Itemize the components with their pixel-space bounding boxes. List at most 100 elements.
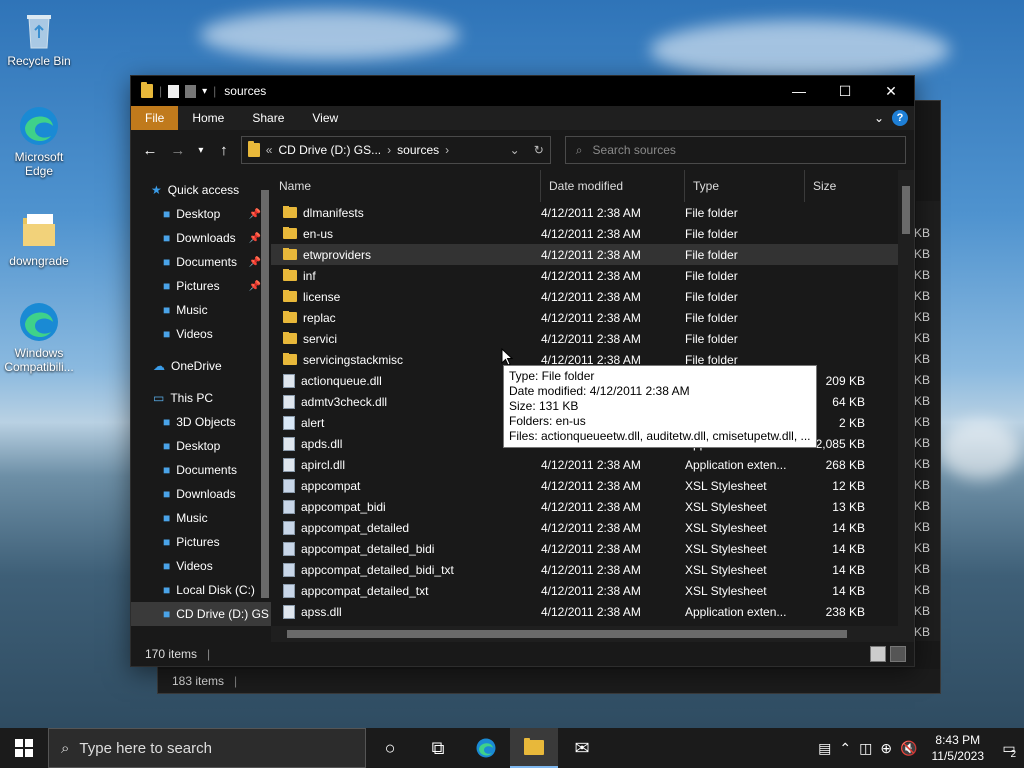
taskbar-mail[interactable]: ✉ bbox=[558, 728, 606, 768]
tab-home[interactable]: Home bbox=[178, 106, 238, 130]
search-input[interactable] bbox=[590, 142, 875, 158]
help-icon[interactable]: ? bbox=[892, 110, 908, 126]
tab-file[interactable]: File bbox=[131, 106, 179, 130]
horizontal-scroll-thumb[interactable] bbox=[287, 630, 847, 638]
navigation-pane[interactable]: ★ Quick access ■ Desktop 📌 ■ Downloads 📌 ■ Docu… bbox=[131, 170, 271, 642]
breadcrumb-separator[interactable]: › bbox=[387, 143, 391, 157]
nav-pc-item[interactable]: ■ Downloads bbox=[131, 482, 271, 506]
nav-qa-item[interactable]: ■ Desktop 📌 bbox=[131, 202, 271, 226]
file-row[interactable]: apircl.dll 4/12/2011 2:38 AM Application e… bbox=[271, 454, 914, 475]
forward-button[interactable]: → bbox=[167, 142, 189, 159]
new-folder-icon[interactable] bbox=[185, 84, 197, 98]
file-row[interactable]: appcompat 4/12/2011 2:38 AM XSL Stylesheet… bbox=[271, 475, 914, 496]
taskbar-search-box[interactable]: ⌕ Type here to search bbox=[48, 728, 366, 768]
nav-scroll-thumb[interactable] bbox=[261, 190, 269, 598]
maximize-button[interactable]: ☐ bbox=[822, 76, 868, 106]
file-row[interactable]: appcompat_bidi 4/12/2011 2:38 AM XSL Style… bbox=[271, 496, 914, 517]
nav-qa-item[interactable]: ■ Music bbox=[131, 298, 271, 322]
up-button[interactable]: ↑ bbox=[213, 142, 235, 159]
close-button[interactable]: ✕ bbox=[868, 76, 914, 106]
network-icon[interactable]: ⊕ bbox=[876, 740, 896, 757]
address-overflow[interactable]: « bbox=[266, 143, 273, 157]
meet-now-icon[interactable]: ◫ bbox=[855, 740, 876, 757]
vertical-scroll-thumb[interactable] bbox=[902, 186, 910, 234]
refresh-icon[interactable]: ↻ bbox=[534, 143, 544, 157]
nav-qa-item[interactable]: ■ Pictures 📌 bbox=[131, 274, 271, 298]
address-dropdown-icon[interactable]: ⌄ bbox=[510, 143, 520, 157]
nav-pc-item[interactable]: ■ Documents bbox=[131, 458, 271, 482]
details-view-button[interactable] bbox=[870, 646, 886, 662]
nav-onedrive[interactable]: ☁ OneDrive bbox=[131, 354, 271, 378]
desktop-icon-windows-compatibility[interactable]: Windows Compatibili... bbox=[4, 300, 74, 374]
column-date-modified[interactable]: Date modified bbox=[541, 170, 685, 202]
properties-icon[interactable] bbox=[168, 84, 180, 98]
nav-pc-item[interactable]: ■ CD Drive (D:) GS bbox=[131, 602, 271, 626]
nav-pc-item[interactable]: ■ Local Disk (C:) bbox=[131, 578, 271, 602]
file-row[interactable]: appcompat_detailed_txt 4/12/2011 2:38 AM X… bbox=[271, 580, 914, 601]
explorer-window[interactable]: | ▾ | sources — ☐ ✕ File Home Share View… bbox=[130, 75, 915, 667]
nav-qa-item[interactable]: ■ Videos bbox=[131, 322, 271, 346]
news-icon[interactable]: ▤ bbox=[814, 740, 835, 757]
desktop-icon-edge[interactable]: Microsoft Edge bbox=[4, 104, 74, 178]
volume-muted-icon[interactable]: 🔇 bbox=[896, 740, 921, 757]
back-button[interactable]: ← bbox=[139, 142, 161, 159]
column-name[interactable]: Name bbox=[271, 170, 541, 202]
clock[interactable]: 8:43 PM 11/5/2023 bbox=[922, 732, 995, 764]
recent-locations-dropdown[interactable]: ▾ bbox=[195, 145, 207, 156]
file-row[interactable]: license 4/12/2011 2:38 AM File folder bbox=[271, 286, 914, 307]
breadcrumb-separator[interactable]: › bbox=[445, 143, 449, 157]
file-name-cell: servicingstackmisc bbox=[271, 352, 533, 367]
nav-pc-item[interactable]: ■ 3D Objects bbox=[131, 410, 271, 434]
file-row[interactable]: appcompat_detailed_bidi 4/12/2011 2:38 AM… bbox=[271, 538, 914, 559]
nav-pc-item[interactable]: ■ Desktop bbox=[131, 434, 271, 458]
file-row[interactable]: en-us 4/12/2011 2:38 AM File folder bbox=[271, 223, 914, 244]
start-button[interactable] bbox=[0, 728, 48, 768]
column-type[interactable]: Type bbox=[685, 170, 805, 202]
file-row[interactable]: servici 4/12/2011 2:38 AM File folder bbox=[271, 328, 914, 349]
customize-dropdown-icon[interactable]: ▾ bbox=[202, 86, 207, 97]
minimize-button[interactable]: — bbox=[776, 76, 822, 106]
breadcrumb-drive[interactable]: CD Drive (D:) GS... bbox=[278, 143, 381, 157]
tab-share[interactable]: Share bbox=[238, 106, 298, 130]
taskbar-file-explorer[interactable] bbox=[510, 728, 558, 768]
file-name-cell: appcompat_bidi bbox=[271, 499, 533, 514]
nav-quick-access[interactable]: ★ Quick access bbox=[131, 178, 271, 202]
background-size-cell: KB bbox=[914, 499, 931, 513]
cortana-button[interactable]: ○ bbox=[366, 728, 414, 768]
large-icons-view-button[interactable] bbox=[890, 646, 906, 662]
expand-ribbon-icon[interactable]: ⌄ bbox=[874, 111, 884, 125]
file-row[interactable]: apss.dll 4/12/2011 2:38 AM Application ext… bbox=[271, 601, 914, 622]
search-box[interactable]: ⌕ bbox=[564, 136, 906, 164]
nav-scrollbar[interactable] bbox=[259, 180, 269, 630]
file-row[interactable]: etwproviders 4/12/2011 2:38 AM File folder bbox=[271, 244, 914, 265]
file-row[interactable]: inf 4/12/2011 2:38 AM File folder bbox=[271, 265, 914, 286]
folder-icon bbox=[283, 352, 297, 365]
vertical-scrollbar[interactable] bbox=[898, 170, 914, 626]
show-hidden-icons-chevron[interactable]: ⌃ bbox=[835, 740, 855, 757]
desktop-icon-downgrade[interactable]: downgrade bbox=[4, 208, 74, 268]
notification-center-button[interactable]: ▭ 2 bbox=[994, 728, 1024, 768]
address-bar[interactable]: « CD Drive (D:) GS... › sources › ⌄ ↻ bbox=[240, 136, 551, 164]
nav-this-pc[interactable]: ▭ This PC bbox=[131, 386, 271, 410]
title-bar[interactable]: | ▾ | sources — ☐ ✕ bbox=[131, 76, 914, 106]
taskbar-edge[interactable] bbox=[462, 728, 510, 768]
nav-qa-item[interactable]: ■ Downloads 📌 bbox=[131, 226, 271, 250]
nav-pc-item[interactable]: ■ Music bbox=[131, 506, 271, 530]
file-list[interactable]: Name Date modified Type Size ^ dlmanifes… bbox=[271, 170, 914, 642]
nav-pc-item[interactable]: ■ Pictures bbox=[131, 530, 271, 554]
nav-pc-item[interactable]: ■ Videos bbox=[131, 554, 271, 578]
nav-qa-item[interactable]: ■ Documents 📌 bbox=[131, 250, 271, 274]
file-row[interactable]: dlmanifests 4/12/2011 2:38 AM File folder bbox=[271, 202, 914, 223]
desktop-icon-recycle-bin[interactable]: Recycle Bin bbox=[4, 8, 74, 68]
task-view-button[interactable]: ⧉ bbox=[414, 728, 462, 768]
column-size[interactable]: Size bbox=[805, 170, 875, 202]
file-row[interactable]: appcompat_detailed 4/12/2011 2:38 AM XSL S… bbox=[271, 517, 914, 538]
tab-view[interactable]: View bbox=[298, 106, 352, 130]
file-row[interactable]: replac 4/12/2011 2:38 AM File folder bbox=[271, 307, 914, 328]
breadcrumb-folder[interactable]: sources bbox=[397, 143, 439, 157]
nav-label: Videos bbox=[176, 327, 213, 341]
xsl-file-icon bbox=[283, 478, 295, 493]
file-row[interactable]: appcompat_detailed_bidi_txt 4/12/2011 2:3… bbox=[271, 559, 914, 580]
nav-label: Quick access bbox=[167, 183, 240, 197]
horizontal-scrollbar[interactable] bbox=[271, 626, 914, 642]
